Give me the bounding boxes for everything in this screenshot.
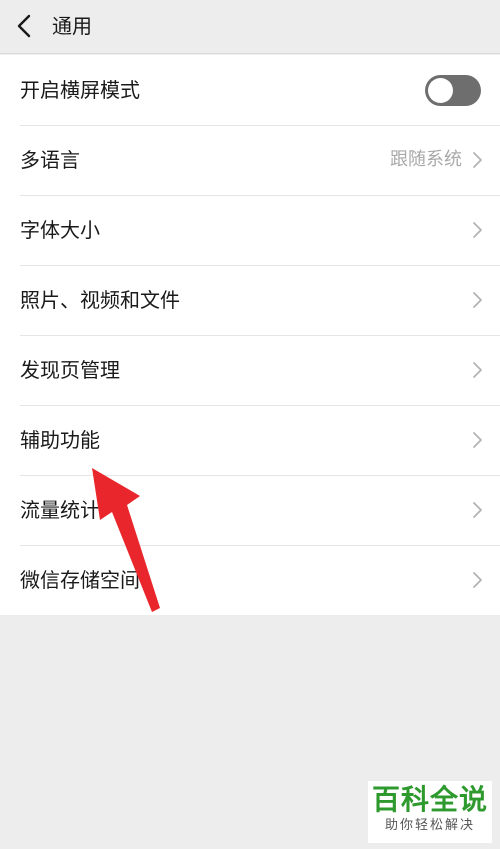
toggle-knob xyxy=(428,78,453,103)
settings-row-font-size[interactable]: 字体大小 xyxy=(0,195,500,265)
settings-row-discover-management[interactable]: 发现页管理 xyxy=(0,335,500,405)
watermark-logo: 百科全说 助你轻松解决 xyxy=(368,781,492,843)
chevron-right-icon xyxy=(473,572,482,588)
landscape-mode-toggle[interactable] xyxy=(425,75,481,106)
page-title: 通用 xyxy=(52,14,92,38)
settings-row-data-usage[interactable]: 流量统计 xyxy=(0,475,500,545)
settings-row-label: 发现页管理 xyxy=(20,358,120,382)
settings-row-storage[interactable]: 微信存储空间 xyxy=(0,545,500,615)
chevron-right-icon xyxy=(473,362,482,378)
settings-list: 开启横屏模式 多语言 跟随系统 字体大小 照片、视频和文件 发现页管理 辅助功能 xyxy=(0,55,500,615)
chevron-right-icon xyxy=(473,432,482,448)
settings-row-landscape-mode[interactable]: 开启横屏模式 xyxy=(0,55,500,125)
settings-row-media-files[interactable]: 照片、视频和文件 xyxy=(0,265,500,335)
chevron-left-icon[interactable] xyxy=(14,13,38,39)
chevron-right-icon xyxy=(473,152,482,168)
settings-row-value: 跟随系统 xyxy=(390,149,462,170)
settings-row-label: 字体大小 xyxy=(20,218,100,242)
settings-row-label: 微信存储空间 xyxy=(20,568,140,592)
settings-row-accessibility[interactable]: 辅助功能 xyxy=(0,405,500,475)
chevron-right-icon xyxy=(473,502,482,518)
navigation-bar: 通用 xyxy=(0,0,500,54)
settings-row-label: 流量统计 xyxy=(20,498,100,522)
settings-row-label: 多语言 xyxy=(20,148,80,172)
chevron-right-icon xyxy=(473,222,482,238)
settings-row-language[interactable]: 多语言 跟随系统 xyxy=(0,125,500,195)
watermark-brand: 百科全说 xyxy=(371,784,488,815)
settings-row-label: 开启横屏模式 xyxy=(20,78,140,102)
settings-row-label: 辅助功能 xyxy=(20,428,100,452)
watermark-tagline: 助你轻松解决 xyxy=(384,818,475,833)
chevron-right-icon xyxy=(473,292,482,308)
settings-row-label: 照片、视频和文件 xyxy=(20,288,180,312)
